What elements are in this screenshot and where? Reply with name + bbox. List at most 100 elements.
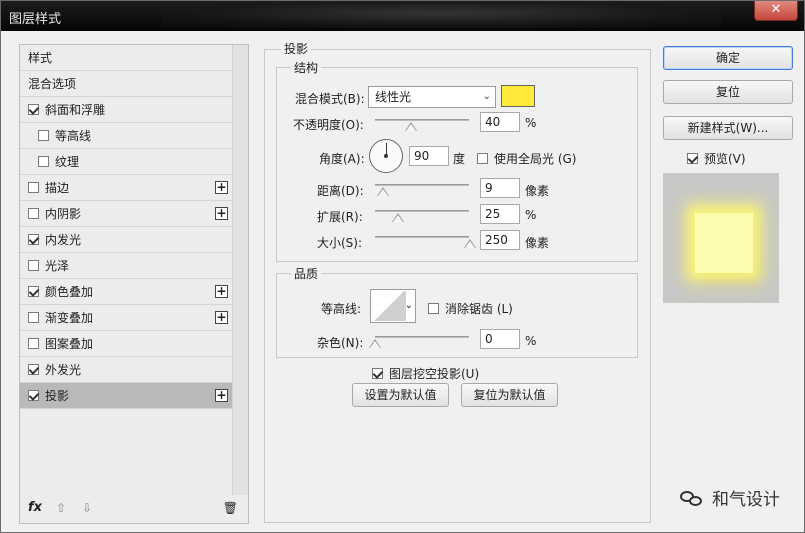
knockout-label: 图层挖空投影(U) xyxy=(389,367,480,381)
close-button[interactable]: ✕ xyxy=(754,1,798,21)
watermark-text: 和气设计 xyxy=(712,490,780,510)
set-default-button[interactable]: 设置为默认值 xyxy=(352,383,449,407)
noise-unit: % xyxy=(525,334,537,348)
shadow-color-swatch[interactable] xyxy=(501,85,535,107)
style-item[interactable]: 描边 + xyxy=(20,175,232,201)
styles-list: 样式混合选项斜面和浮雕等高线纹理描边 + 内阴影 + 内发光 光泽 颜色叠加 + 渐变叠加 + 图案… xyxy=(20,45,232,409)
preview-checkbox[interactable]: 预览(V) xyxy=(687,150,746,167)
preview-label: 预览(V) xyxy=(704,152,746,166)
style-item[interactable]: 等高线 xyxy=(20,123,232,149)
spread-slider-thumb[interactable] xyxy=(392,213,404,222)
style-checkbox[interactable] xyxy=(28,338,39,349)
move-up-icon[interactable]: ⇧ xyxy=(56,501,66,515)
style-item[interactable]: 内阴影 + xyxy=(20,201,232,227)
add-effect-icon[interactable]: + xyxy=(215,207,228,220)
opacity-unit: % xyxy=(525,116,537,130)
style-item-label: 样式 xyxy=(28,51,53,65)
contour-picker[interactable]: ⌄ xyxy=(370,289,416,323)
distance-unit: 像素 xyxy=(525,184,550,198)
style-item[interactable]: 纹理 xyxy=(20,149,232,175)
styles-footer: fx ⇧ ⇩ 🗑 xyxy=(20,495,248,523)
antialias-check[interactable] xyxy=(428,303,439,314)
title-bar[interactable]: 图层样式 ✕ xyxy=(1,1,804,31)
style-checkbox[interactable] xyxy=(28,260,39,271)
global-light-checkbox[interactable]: 使用全局光 (G) xyxy=(477,150,576,167)
style-checkbox[interactable] xyxy=(28,208,39,219)
knockout-check[interactable] xyxy=(372,368,383,379)
style-item[interactable]: 投影 + xyxy=(20,383,232,409)
reset-button[interactable]: 复位 xyxy=(663,80,793,104)
spread-label: 扩展(R): xyxy=(317,210,363,224)
opacity-slider-thumb[interactable] xyxy=(405,122,417,131)
noise-slider[interactable] xyxy=(375,336,469,338)
noise-slider-thumb[interactable] xyxy=(369,339,381,348)
distance-slider[interactable] xyxy=(375,184,469,186)
quality-title: 品质 xyxy=(291,265,322,282)
angle-input[interactable]: 90 xyxy=(409,146,449,166)
style-checkbox[interactable] xyxy=(38,130,49,141)
angle-center xyxy=(384,154,388,158)
style-checkbox[interactable] xyxy=(28,182,39,193)
add-effect-icon[interactable]: + xyxy=(215,389,228,402)
add-effect-icon[interactable]: + xyxy=(215,311,228,324)
size-label: 大小(S): xyxy=(317,236,363,250)
distance-label: 距离(D): xyxy=(317,184,364,198)
fx-icon[interactable]: fx xyxy=(28,500,42,515)
preview-check[interactable] xyxy=(687,153,698,164)
style-checkbox[interactable] xyxy=(28,364,39,375)
style-item[interactable]: 混合选项 xyxy=(20,71,232,97)
size-slider[interactable] xyxy=(375,236,469,238)
trash-icon[interactable]: 🗑 xyxy=(223,501,238,515)
add-effect-icon[interactable]: + xyxy=(215,285,228,298)
style-item-label: 混合选项 xyxy=(28,77,77,91)
antialias-checkbox[interactable]: 消除锯齿 (L) xyxy=(428,300,513,317)
style-checkbox[interactable] xyxy=(28,390,39,401)
opacity-input[interactable]: 40 xyxy=(480,112,520,132)
add-effect-icon[interactable]: + xyxy=(215,181,228,194)
style-item-label: 内阴影 xyxy=(45,207,82,221)
angle-dial[interactable] xyxy=(369,139,403,173)
spread-unit: % xyxy=(525,208,537,222)
global-light-check[interactable] xyxy=(477,153,488,164)
style-item[interactable]: 内发光 xyxy=(20,227,232,253)
spread-slider[interactable] xyxy=(375,210,469,212)
size-slider-thumb[interactable] xyxy=(464,239,476,248)
style-checkbox[interactable] xyxy=(28,286,39,297)
style-checkbox[interactable] xyxy=(38,156,49,167)
style-checkbox[interactable] xyxy=(28,104,39,115)
new-style-button[interactable]: 新建样式(W)... xyxy=(663,116,793,140)
knockout-checkbox[interactable]: 图层挖空投影(U) xyxy=(372,365,479,382)
contour-label: 等高线: xyxy=(321,302,362,316)
style-checkbox[interactable] xyxy=(28,234,39,245)
style-item[interactable]: 光泽 xyxy=(20,253,232,279)
distance-input[interactable]: 9 xyxy=(480,178,520,198)
spread-input[interactable]: 25 xyxy=(480,204,520,224)
ok-button[interactable]: 确定 xyxy=(663,46,793,70)
blend-mode-select[interactable]: 线性光 ⌄ xyxy=(368,86,496,108)
style-item[interactable]: 外发光 xyxy=(20,357,232,383)
noise-input[interactable]: 0 xyxy=(480,329,520,349)
antialias-label: 消除锯齿 (L) xyxy=(445,302,513,316)
size-unit: 像素 xyxy=(525,236,550,250)
angle-label: 角度(A): xyxy=(319,152,365,166)
style-item[interactable]: 渐变叠加 + xyxy=(20,305,232,331)
style-item[interactable]: 样式 xyxy=(20,45,232,71)
style-item-label: 等高线 xyxy=(55,129,92,143)
move-down-icon[interactable]: ⇩ xyxy=(82,501,92,515)
watermark: 和气设计 xyxy=(680,485,780,510)
size-input[interactable]: 250 xyxy=(480,230,520,250)
style-item[interactable]: 颜色叠加 + xyxy=(20,279,232,305)
reset-default-button[interactable]: 复位为默认值 xyxy=(461,383,558,407)
distance-slider-thumb[interactable] xyxy=(377,187,389,196)
style-item-label: 描边 xyxy=(45,181,70,195)
contour-preview xyxy=(372,291,406,321)
style-checkbox[interactable] xyxy=(28,312,39,323)
styles-scrollbar[interactable] xyxy=(232,45,248,495)
chevron-down-icon: ⌄ xyxy=(404,300,413,311)
opacity-slider[interactable] xyxy=(375,119,469,121)
noise-label: 杂色(N): xyxy=(317,336,364,350)
layer-style-dialog: 图层样式 ✕ 样式混合选项斜面和浮雕等高线纹理描边 + 内阴影 + 内发光 光泽 颜色叠加 +… xyxy=(0,0,805,533)
style-item[interactable]: 斜面和浮雕 xyxy=(20,97,232,123)
style-item[interactable]: 图案叠加 xyxy=(20,331,232,357)
style-item-label: 渐变叠加 xyxy=(45,311,94,325)
